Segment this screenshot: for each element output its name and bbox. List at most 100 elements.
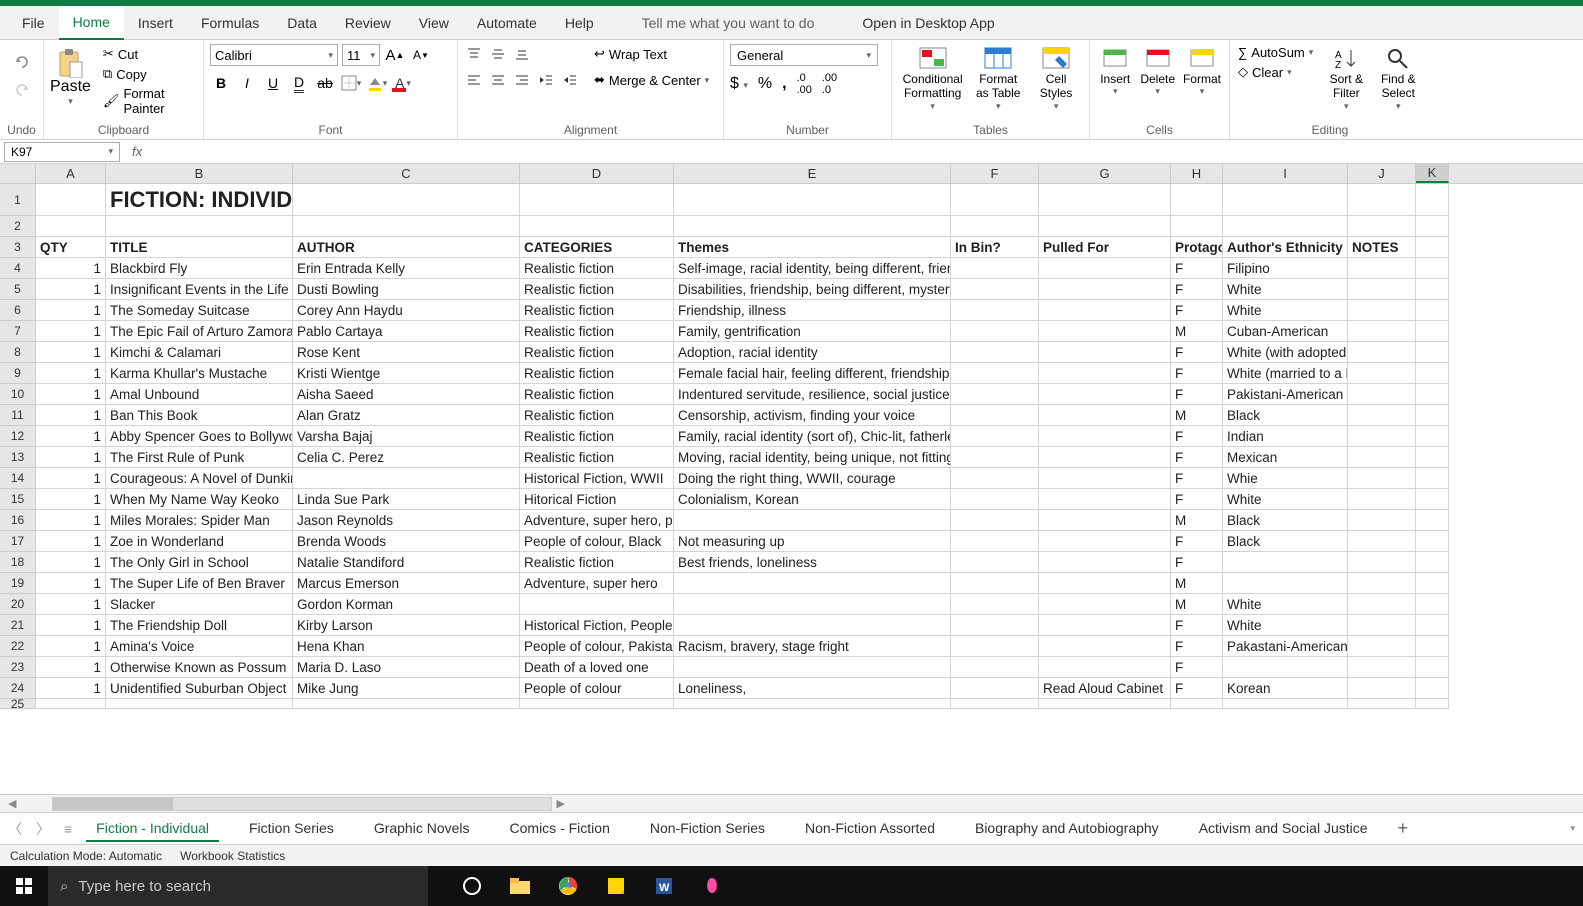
cell[interactable]: Read Aloud Cabinet xyxy=(1039,678,1171,699)
cell[interactable]: F xyxy=(1171,258,1223,279)
cell[interactable]: The Super Life of Ben Braver xyxy=(106,573,293,594)
cell[interactable]: Realistic fiction xyxy=(520,405,674,426)
cell-styles-button[interactable]: Cell Styles ▾ xyxy=(1029,44,1083,112)
cell[interactable] xyxy=(951,184,1039,216)
cell[interactable] xyxy=(1416,279,1449,300)
select-all-corner[interactable] xyxy=(0,164,36,183)
cell[interactable]: QTY xyxy=(36,237,106,258)
autosum-button[interactable]: ∑AutoSum ▾ xyxy=(1236,44,1315,61)
cell[interactable] xyxy=(1039,468,1171,489)
cell[interactable] xyxy=(951,384,1039,405)
cell[interactable] xyxy=(951,552,1039,573)
cell[interactable]: White xyxy=(1223,489,1348,510)
cell[interactable] xyxy=(1348,657,1416,678)
cell[interactable] xyxy=(1416,258,1449,279)
sheet-tab[interactable]: Activism and Social Justice xyxy=(1189,816,1378,842)
cell[interactable]: Realistic fiction xyxy=(520,300,674,321)
cut-button[interactable]: ✂Cut xyxy=(99,44,197,64)
cell[interactable]: Mike Jung xyxy=(293,678,520,699)
cell[interactable]: F xyxy=(1171,489,1223,510)
shrink-font-button[interactable]: A▼ xyxy=(410,44,432,66)
cell[interactable]: Censorship, activism, finding your voice xyxy=(674,405,951,426)
insert-cells-button[interactable]: Insert▾ xyxy=(1096,44,1134,97)
row-header[interactable]: 3 xyxy=(0,237,36,258)
cell[interactable]: F xyxy=(1171,468,1223,489)
cell[interactable] xyxy=(951,468,1039,489)
cell[interactable] xyxy=(520,184,674,216)
cell[interactable] xyxy=(1416,216,1449,237)
cell[interactable] xyxy=(674,573,951,594)
cell[interactable]: Historical Fiction, WWII xyxy=(520,468,674,489)
row-header[interactable]: 18 xyxy=(0,552,36,573)
cell[interactable]: Unidentified Suburban Object xyxy=(106,678,293,699)
cell[interactable] xyxy=(1039,699,1171,709)
cell[interactable]: F xyxy=(1171,363,1223,384)
cell[interactable] xyxy=(1348,489,1416,510)
borders-button[interactable]: ▾ xyxy=(340,72,362,94)
cell[interactable] xyxy=(1039,531,1171,552)
cell[interactable] xyxy=(1039,363,1171,384)
cell[interactable] xyxy=(951,426,1039,447)
cell[interactable]: Zoe in Wonderland xyxy=(106,531,293,552)
cell[interactable] xyxy=(674,657,951,678)
decrease-decimal-button[interactable]: .00.0 xyxy=(822,72,837,96)
cell[interactable]: Marcus Emerson xyxy=(293,573,520,594)
cell[interactable]: Erin Entrada Kelly xyxy=(293,258,520,279)
sheet-tab[interactable]: Non-Fiction Series xyxy=(640,816,775,842)
cell[interactable]: 1 xyxy=(36,384,106,405)
cell[interactable] xyxy=(1039,426,1171,447)
row-header[interactable]: 7 xyxy=(0,321,36,342)
cell[interactable]: Kirby Larson xyxy=(293,615,520,636)
cell[interactable]: Black xyxy=(1223,510,1348,531)
underline-button[interactable]: U xyxy=(262,72,284,94)
cell[interactable] xyxy=(1348,447,1416,468)
cell[interactable] xyxy=(1416,342,1449,363)
conditional-formatting-button[interactable]: Conditional Formatting ▾ xyxy=(898,44,967,112)
cell[interactable]: 1 xyxy=(36,510,106,531)
cell[interactable] xyxy=(1348,300,1416,321)
cell[interactable] xyxy=(951,657,1039,678)
open-in-desktop-button[interactable]: Open in Desktop App xyxy=(848,6,1008,40)
cell[interactable]: The Someday Suitcase xyxy=(106,300,293,321)
cell[interactable]: Kimchi & Calamari xyxy=(106,342,293,363)
find-select-button[interactable]: Find & Select▾ xyxy=(1375,44,1421,112)
cell[interactable] xyxy=(1348,426,1416,447)
cell[interactable] xyxy=(1416,384,1449,405)
cell[interactable] xyxy=(951,342,1039,363)
cell[interactable]: Protagon xyxy=(1171,237,1223,258)
fx-label[interactable]: fx xyxy=(132,144,142,159)
cell[interactable]: White xyxy=(1223,279,1348,300)
cell[interactable]: Realistic fiction xyxy=(520,426,674,447)
cell[interactable]: 1 xyxy=(36,363,106,384)
cell[interactable]: Best friends, loneliness xyxy=(674,552,951,573)
cell[interactable]: 1 xyxy=(36,258,106,279)
cell[interactable] xyxy=(1039,216,1171,237)
cell[interactable]: Blackbird Fly xyxy=(106,258,293,279)
cell[interactable] xyxy=(951,300,1039,321)
cell[interactable]: Cuban-American xyxy=(1223,321,1348,342)
cell[interactable] xyxy=(951,489,1039,510)
word-icon[interactable]: W xyxy=(640,866,688,906)
cell[interactable] xyxy=(1416,468,1449,489)
row-header[interactable]: 25 xyxy=(0,699,36,709)
cell[interactable]: F xyxy=(1171,636,1223,657)
format-cells-button[interactable]: Format▾ xyxy=(1181,44,1223,97)
cell[interactable] xyxy=(951,510,1039,531)
cell[interactable]: Indentured servitude, resilience, social… xyxy=(674,384,951,405)
cell[interactable] xyxy=(293,216,520,237)
menu-tab-help[interactable]: Help xyxy=(551,6,608,40)
cell[interactable]: White xyxy=(1223,300,1348,321)
cell[interactable] xyxy=(951,594,1039,615)
cell[interactable]: Gordon Korman xyxy=(293,594,520,615)
cell[interactable]: Author's Ethnicity xyxy=(1223,237,1348,258)
menu-tab-insert[interactable]: Insert xyxy=(124,6,187,40)
row-header[interactable]: 1 xyxy=(0,184,36,216)
cell[interactable]: 1 xyxy=(36,321,106,342)
cell[interactable] xyxy=(951,447,1039,468)
cell[interactable]: Realistic fiction xyxy=(520,552,674,573)
cell[interactable] xyxy=(1348,678,1416,699)
column-header-E[interactable]: E xyxy=(674,164,951,183)
cell[interactable]: Korean xyxy=(1223,678,1348,699)
row-header[interactable]: 15 xyxy=(0,489,36,510)
cell[interactable]: Pakastani-American xyxy=(1223,636,1348,657)
